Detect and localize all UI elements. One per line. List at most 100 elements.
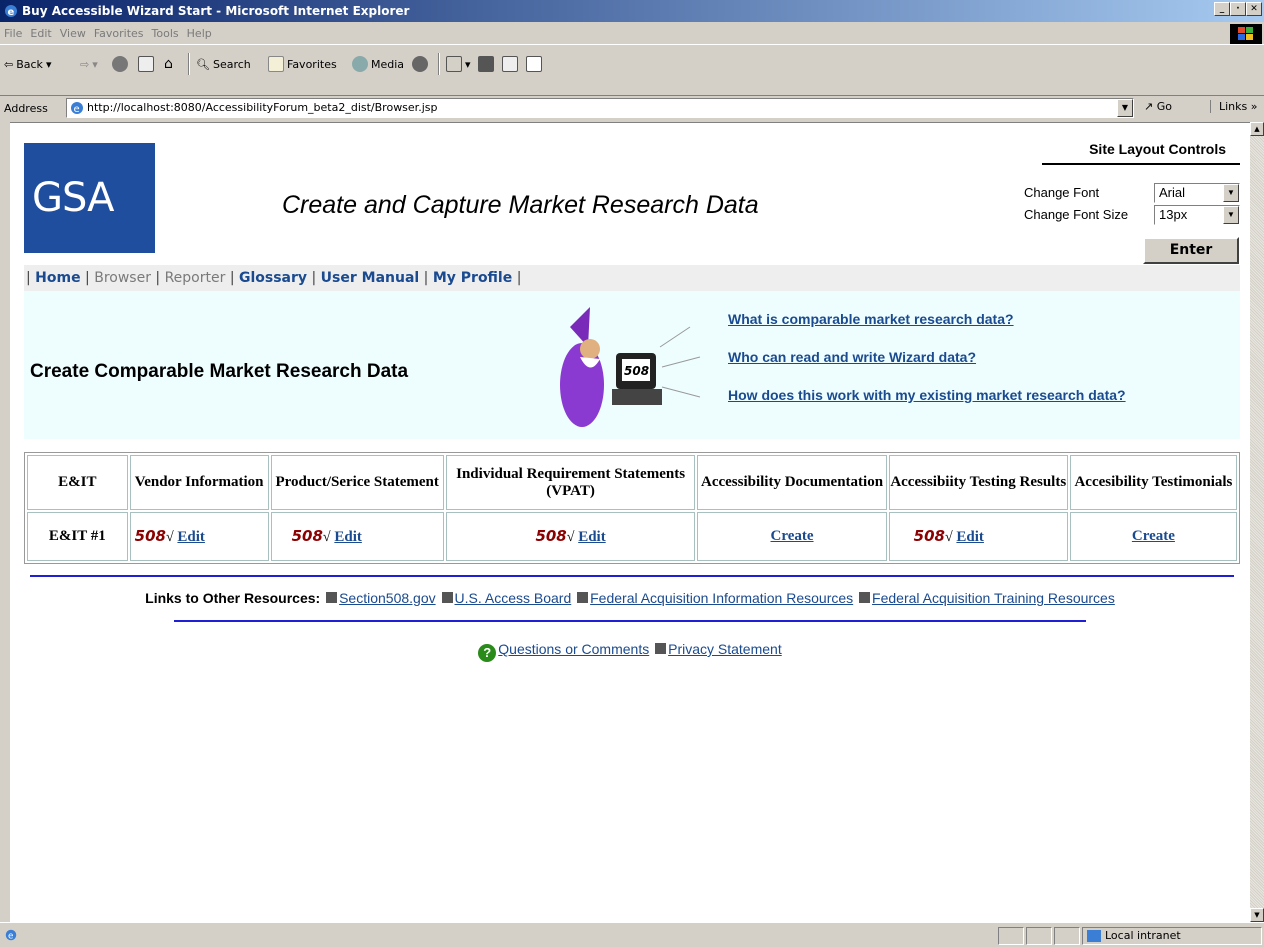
- svg-text:e: e: [8, 932, 13, 942]
- links-button[interactable]: Links »: [1210, 100, 1258, 113]
- edit-link[interactable]: Edit: [956, 529, 984, 545]
- scroll-down-icon[interactable]: ▼: [1250, 908, 1264, 922]
- print-icon: [478, 56, 494, 72]
- menu-bar: File Edit View Favorites Tools Help: [0, 22, 1264, 45]
- column-header: Accessibility Documentation: [697, 455, 887, 511]
- address-input[interactable]: e http://localhost:8080/AccessibilityFor…: [66, 98, 1134, 118]
- dropdown-arrow-icon: ▾: [92, 57, 98, 71]
- address-label: Address: [4, 101, 48, 115]
- status-pane: [998, 927, 1024, 945]
- discuss-icon: [526, 56, 542, 72]
- edit-link[interactable]: Edit: [578, 529, 606, 545]
- font-select[interactable]: Arial ▼: [1154, 183, 1240, 203]
- address-dropdown-button[interactable]: ▼: [1117, 99, 1133, 117]
- menu-file[interactable]: File: [4, 27, 30, 40]
- chevron-down-icon: ▼: [1223, 206, 1239, 224]
- banner-link-who[interactable]: Who can read and write Wizard data?: [728, 349, 976, 365]
- link-section508[interactable]: Section508.gov: [339, 590, 436, 606]
- zone-pane: Local intranet: [1082, 927, 1262, 945]
- favorites-label: Favorites: [287, 57, 337, 71]
- testing-cell: 508√ Edit: [888, 512, 1068, 561]
- enter-button[interactable]: Enter: [1143, 237, 1239, 264]
- mail-button[interactable]: ▾: [446, 53, 471, 75]
- dropdown-arrow-icon: ▾: [45, 57, 52, 71]
- menu-favorites[interactable]: Favorites: [94, 27, 152, 40]
- font-size-select-value: 13px: [1159, 207, 1188, 222]
- vertical-scrollbar[interactable]: ▲ ▼: [1250, 122, 1264, 922]
- address-bar: Address e http://localhost:8080/Accessib…: [0, 96, 1264, 120]
- create-link[interactable]: Create: [1132, 528, 1175, 544]
- history-button[interactable]: [412, 53, 428, 75]
- bullet-icon: [441, 592, 453, 603]
- nav-home[interactable]: Home: [35, 270, 80, 286]
- banner-link-comparable[interactable]: What is comparable market research data?: [728, 311, 1014, 327]
- bullet-icon: [655, 643, 667, 654]
- create-link[interactable]: Create: [771, 528, 814, 544]
- edit-page-button[interactable]: [502, 53, 518, 75]
- favorites-icon: [268, 56, 284, 72]
- media-button[interactable]: Media: [352, 53, 404, 75]
- nav-browser: Browser: [94, 270, 151, 286]
- go-button[interactable]: ↗ Go: [1144, 100, 1172, 113]
- refresh-button[interactable]: [138, 53, 154, 75]
- zone-label: Local intranet: [1105, 929, 1181, 942]
- menu-edit[interactable]: Edit: [30, 27, 59, 40]
- home-button[interactable]: ⌂: [164, 53, 173, 75]
- scroll-up-icon[interactable]: ▲: [1250, 122, 1264, 136]
- banner-heading: Create Comparable Market Research Data: [30, 361, 409, 382]
- checkmark-icon: √: [322, 530, 331, 546]
- favorites-button[interactable]: Favorites: [268, 53, 337, 75]
- 508-mark: 508: [291, 527, 323, 546]
- refresh-icon: [138, 56, 154, 72]
- back-button[interactable]: ⇦ Back ▾: [4, 53, 51, 75]
- font-select-value: Arial: [1159, 185, 1186, 200]
- nav-bar: | Home | Browser | Reporter | Glossary |…: [24, 265, 1240, 291]
- banner-link-how[interactable]: How does this work with my existing mark…: [728, 387, 1126, 403]
- menu-view[interactable]: View: [60, 27, 94, 40]
- forward-button[interactable]: ⇨ ▾: [80, 53, 98, 75]
- checkmark-icon: √: [165, 530, 174, 546]
- print-button[interactable]: [478, 53, 494, 75]
- change-font-size-label: Change Font Size: [1024, 207, 1129, 222]
- search-button[interactable]: 🔍︎ Search: [196, 53, 251, 75]
- logo-text: GSA: [32, 175, 114, 221]
- mail-icon: [446, 56, 462, 72]
- privacy-link[interactable]: Privacy Statement: [668, 641, 782, 657]
- close-button[interactable]: ✕: [1246, 2, 1262, 16]
- resources-links: Links to Other Resources: Section508.gov…: [10, 590, 1250, 606]
- page-title: Create and Capture Market Research Data: [282, 191, 759, 219]
- page-icon: e: [71, 102, 83, 115]
- checkmark-icon: √: [944, 530, 953, 546]
- link-acquisition-training[interactable]: Federal Acquisition Training Resources: [872, 590, 1115, 606]
- status-pane: [1026, 927, 1052, 945]
- ie-icon: e: [5, 5, 17, 18]
- menu-help[interactable]: Help: [187, 27, 220, 40]
- font-size-select[interactable]: 13px ▼: [1154, 205, 1240, 225]
- windows-logo-icon: [1230, 24, 1262, 44]
- maximize-button[interactable]: ·: [1230, 2, 1246, 16]
- 508-mark: 508: [913, 527, 945, 546]
- stop-button[interactable]: [112, 53, 128, 75]
- page-status-icon: e: [5, 929, 17, 942]
- link-access-board[interactable]: U.S. Access Board: [455, 590, 572, 606]
- divider: [174, 620, 1086, 622]
- divider: [30, 575, 1234, 577]
- discuss-button[interactable]: [526, 53, 542, 75]
- link-acquisition-info[interactable]: Federal Acquisition Information Resource…: [590, 590, 853, 606]
- question-icon: ?: [478, 644, 497, 662]
- minimize-button[interactable]: _: [1214, 2, 1230, 16]
- edit-link[interactable]: Edit: [334, 529, 362, 545]
- stop-icon: [112, 56, 128, 72]
- testimonials-cell: Create: [1069, 512, 1237, 561]
- nav-my-profile[interactable]: My Profile: [433, 270, 512, 286]
- edit-link[interactable]: Edit: [177, 529, 205, 545]
- menu-tools[interactable]: Tools: [152, 27, 187, 40]
- questions-link[interactable]: Questions or Comments: [498, 641, 649, 657]
- column-header: Individual Requirement Statements (VPAT): [445, 455, 696, 511]
- home-icon: ⌂: [164, 56, 173, 72]
- media-label: Media: [371, 57, 405, 71]
- nav-user-manual[interactable]: User Manual: [321, 270, 420, 286]
- nav-glossary[interactable]: Glossary: [239, 270, 307, 286]
- status-bar: e Local intranet: [0, 922, 1264, 947]
- back-arrow-icon: ⇦: [4, 57, 14, 71]
